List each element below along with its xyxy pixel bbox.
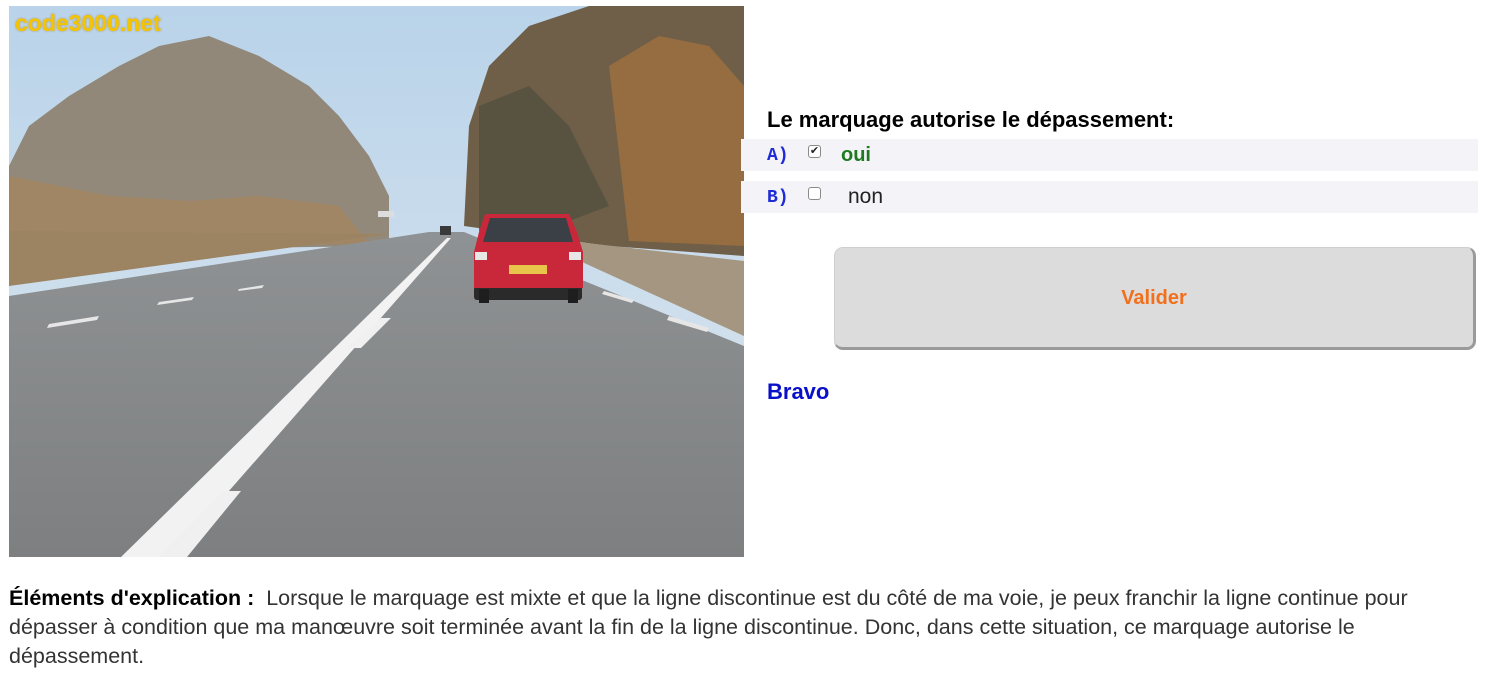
result-message: Bravo <box>767 379 830 404</box>
option-a-letter: A) <box>767 146 789 166</box>
explanation-title: Éléments d'explication : <box>9 586 255 610</box>
validate-button-label: Valider <box>1121 287 1187 309</box>
road-scene-image <box>9 6 744 557</box>
red-car-graphic <box>474 214 583 303</box>
validate-button[interactable]: Valider <box>834 247 1476 350</box>
option-b-letter: B) <box>767 188 789 208</box>
option-b-label: non <box>848 185 884 208</box>
explanation-block: Éléments d'explication : Lorsque le marq… <box>9 584 1459 671</box>
option-b-row[interactable]: B) non <box>741 181 1478 213</box>
question-text: Le marquage autorise le dépassement: <box>767 107 1175 132</box>
watermark-logo: code3000.net <box>15 10 161 36</box>
option-a-row[interactable]: A) ✔ oui <box>741 139 1478 171</box>
option-a-label: oui <box>841 144 871 166</box>
question-photo: code3000.net <box>9 6 744 557</box>
option-b-checkbox[interactable] <box>808 187 821 200</box>
option-a-checkbox[interactable]: ✔ <box>808 145 821 158</box>
